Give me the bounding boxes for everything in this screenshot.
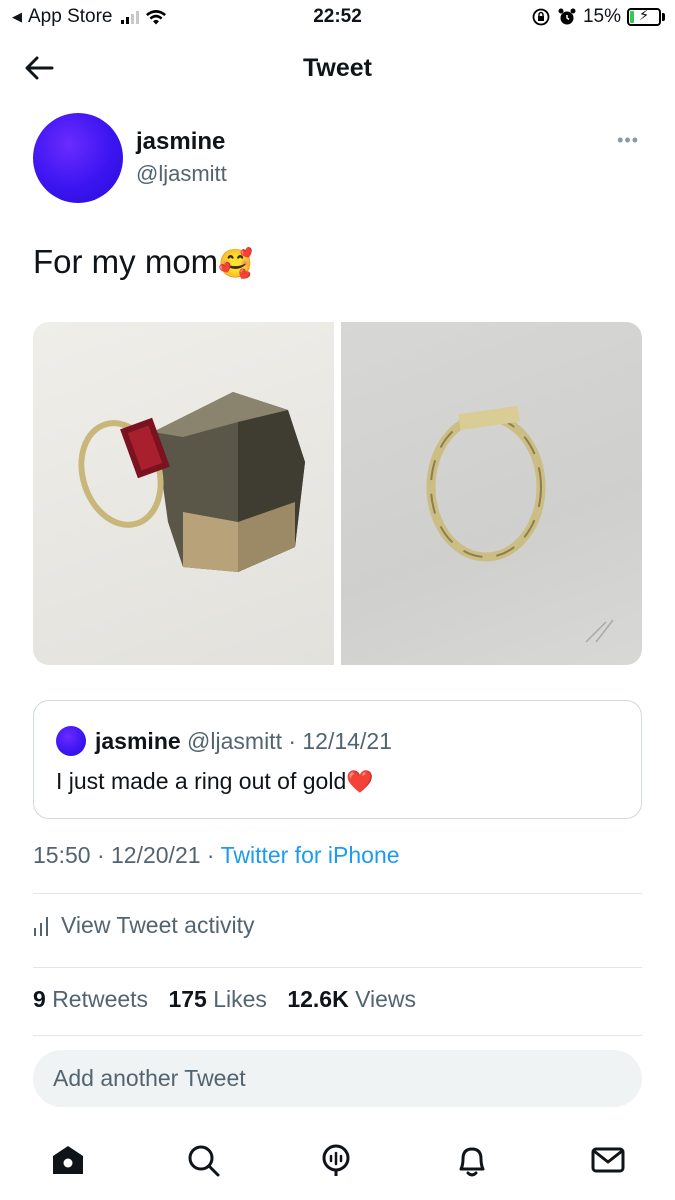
- notifications-icon[interactable]: [452, 1140, 492, 1180]
- quoted-text: I just made a ring out of gold❤️: [56, 768, 374, 795]
- photo-ring-on-pyrite-illustration: [78, 392, 305, 572]
- reply-placeholder: Add another Tweet: [53, 1065, 246, 1091]
- quoted-text-body: I just made a ring out of gold: [56, 768, 347, 794]
- reply-input[interactable]: Add another Tweet: [33, 1050, 642, 1107]
- photo-ring-front-view-illustration: [426, 405, 614, 643]
- spaces-icon[interactable]: [316, 1140, 356, 1180]
- photo-ring-on-pyrite[interactable]: [33, 322, 334, 665]
- photo-ring-front-view[interactable]: [341, 322, 642, 665]
- quoted-tweet[interactable]: jasmine @ljasmitt · 12/14/21 I just made…: [33, 700, 642, 819]
- tweet-timestamp: 15:50 · 12/20/21 ·: [33, 842, 221, 868]
- views-stat[interactable]: 12.6K Views: [287, 986, 416, 1012]
- home-icon[interactable]: [48, 1140, 88, 1180]
- search-icon[interactable]: [183, 1140, 223, 1180]
- page-title: Tweet: [303, 54, 372, 82]
- quoted-meta: @ljasmitt · 12/14/21: [187, 728, 392, 754]
- tweet-meta: 15:50 · 12/20/21 · Twitter for iPhone: [33, 842, 400, 869]
- red-heart-emoji: ❤️: [346, 770, 374, 795]
- retweets-stat[interactable]: 9 Retweets: [33, 986, 148, 1012]
- retweets-count: 9: [33, 986, 46, 1012]
- quoted-author-name: jasmine: [95, 728, 181, 754]
- tweet-text-body: For my mom: [33, 243, 219, 280]
- author-handle[interactable]: @ljasmitt: [136, 161, 227, 187]
- more-dots-icon[interactable]: •••: [617, 130, 639, 151]
- view-tweet-activity[interactable]: View Tweet activity: [33, 912, 254, 939]
- views-count: 12.6K: [287, 986, 349, 1012]
- battery-percent: 15%: [582, 6, 621, 27]
- divider: [33, 893, 642, 894]
- orientation-lock-icon: [532, 8, 550, 26]
- divider: [33, 967, 642, 968]
- quoted-avatar: [56, 726, 86, 756]
- likes-count: 175: [168, 986, 207, 1012]
- bottom-tab-bar: [0, 1130, 675, 1190]
- battery-cap: [662, 13, 665, 21]
- messages-icon[interactable]: [588, 1140, 628, 1180]
- likes-label: Likes: [213, 986, 267, 1012]
- status-bar: ◀ App Store 22:52 15% ⚡: [0, 0, 675, 36]
- quoted-header: jasmine @ljasmitt · 12/14/21: [95, 728, 392, 755]
- battery-icon: ⚡: [627, 7, 661, 26]
- alarm-icon: [558, 8, 576, 25]
- top-nav: Tweet: [0, 40, 675, 98]
- views-label: Views: [355, 986, 417, 1012]
- author-name[interactable]: jasmine: [136, 128, 225, 156]
- smiling-hearts-emoji: 🥰: [218, 247, 254, 280]
- tweet-source-link[interactable]: Twitter for iPhone: [221, 842, 400, 868]
- tweet-stats: 9 Retweets 175 Likes 12.6K Views: [33, 986, 416, 1013]
- retweets-label: Retweets: [52, 986, 149, 1012]
- avatar[interactable]: [33, 113, 123, 203]
- tweet-media: [33, 322, 642, 665]
- charging-bolt-icon: ⚡: [638, 7, 650, 24]
- divider: [33, 1035, 642, 1036]
- tweet-text: For my mom🥰: [33, 243, 253, 281]
- likes-stat[interactable]: 175 Likes: [168, 986, 266, 1012]
- activity-chart-icon: [34, 916, 48, 936]
- activity-label: View Tweet activity: [61, 912, 255, 938]
